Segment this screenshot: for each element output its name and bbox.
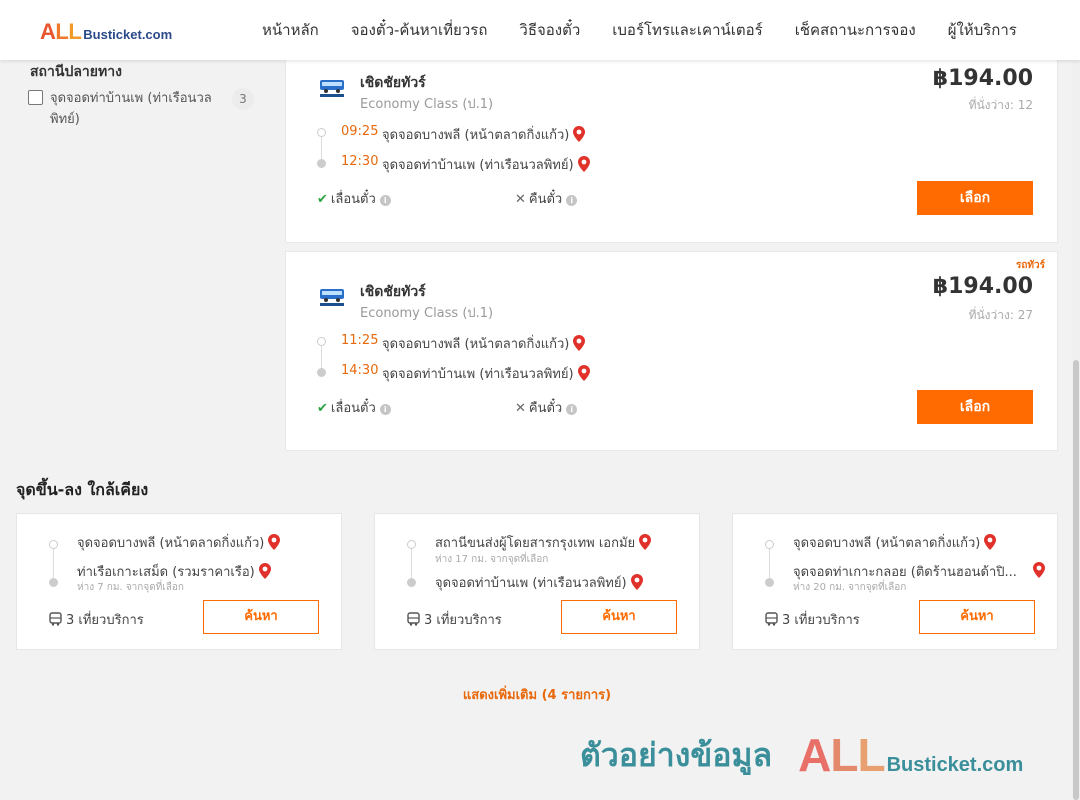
map-pin-icon[interactable]	[630, 574, 643, 590]
map-pin-icon[interactable]	[268, 534, 281, 550]
arrive-dot	[765, 578, 774, 587]
bus-class: Economy Class (ป.1)	[360, 97, 494, 112]
nearby-route-card: สถานีขนส่งผู้โดยสารกรุงเทพ เอกมัย ห่าง 1…	[374, 513, 700, 650]
map-pin-icon[interactable]	[577, 156, 590, 172]
site-logo[interactable]: ALL Busticket.com	[40, 19, 172, 45]
nearby-to-stop: จุดจอดท่าเกาะกลอย (ติดร้านฮอนด้าปิ...	[793, 565, 1017, 580]
info-icon[interactable]: i	[566, 404, 578, 415]
nearby-from-stop: สถานีขนส่งผู้โดยสารกรุงเทพ เอกมัย	[435, 532, 652, 553]
operator-name: เชิดชัยทัวร์	[360, 75, 426, 91]
map-pin-icon[interactable]	[1033, 562, 1045, 578]
map-pin-icon[interactable]	[573, 126, 586, 142]
depart-dot	[317, 337, 326, 346]
filter-destination-title: สถานีปลายทาง	[30, 64, 122, 80]
nearby-section-title: จุดขึ้น-ลง ใกล้เคียง	[16, 480, 149, 499]
depart-dot	[407, 540, 416, 549]
filter-count-badge: 3	[232, 88, 254, 110]
nearby-distance: ห่าง 20 กม. จากจุดที่เลือก	[793, 582, 907, 593]
arrive-dot	[407, 578, 416, 587]
policy-refund-ticket[interactable]: ✕ คืนตั๋ว i	[515, 188, 578, 209]
select-trip-button[interactable]: เลือก	[917, 181, 1033, 215]
sample-data-watermark: ตัวอย่างข้อมูล ALL Busticket.com	[580, 728, 1023, 782]
check-icon: ✔	[317, 401, 328, 416]
depart-time: 09:25	[341, 124, 379, 139]
map-pin-icon[interactable]	[984, 534, 997, 550]
arrive-time: 12:30	[341, 154, 379, 169]
map-pin-icon[interactable]	[258, 563, 271, 579]
nearby-search-button[interactable]: ค้นหา	[919, 600, 1035, 634]
nearby-trip-count: 3 เที่ยวบริการ	[407, 609, 502, 630]
nav-book-search[interactable]: จองตั๋ว-ค้นหาเที่ยวรถ	[335, 18, 504, 42]
bus-operator-logo-icon	[320, 289, 344, 306]
nearby-trip-count: 3 เที่ยวบริการ	[49, 609, 144, 630]
operator-name: เชิดชัยทัวร์	[360, 284, 426, 300]
info-icon[interactable]: i	[566, 195, 578, 206]
nav-operators[interactable]: ผู้ให้บริการ	[932, 18, 1033, 42]
cross-icon: ✕	[515, 192, 526, 207]
watermark-logo: ALL Busticket.com	[798, 729, 1024, 781]
seats-available: ที่นั่งว่าง: 27	[968, 308, 1033, 322]
nearby-trip-count: 3 เที่ยวบริการ	[765, 609, 860, 630]
nearby-search-button[interactable]: ค้นหา	[203, 600, 319, 634]
nearby-route-card: จุดจอดบางพลี (หน้าตลาดกิ่งแก้ว) จุดจอดท่…	[732, 513, 1058, 650]
depart-time: 11:25	[341, 333, 379, 348]
bus-icon	[765, 612, 778, 626]
check-icon: ✔	[317, 192, 328, 207]
depart-stop[interactable]: จุดจอดบางพลี (หน้าตลาดกิ่งแก้ว)	[382, 333, 586, 354]
nearby-distance: ห่าง 17 กม. จากจุดที่เลือก	[435, 554, 549, 565]
nav-home[interactable]: หน้าหลัก	[246, 18, 335, 42]
watermark-text: ตัวอย่างข้อมูล	[580, 735, 773, 774]
arrive-dot	[49, 578, 58, 587]
nearby-to-stop: จุดจอดท่าบ้านเพ (ท่าเรือนวลพิทย์)	[435, 572, 643, 593]
scrollbar-thumb[interactable]	[1073, 360, 1079, 800]
seats-available: ที่นั่งว่าง: 12	[968, 98, 1033, 112]
main-nav: หน้าหลัก จองตั๋ว-ค้นหาเที่ยวรถ วิธีจองตั…	[246, 0, 1033, 60]
nearby-to-stop: ท่าเรือเกาะเสม็ด (รวมราคาเรือ)	[77, 561, 271, 582]
map-pin-icon[interactable]	[639, 534, 652, 550]
trip-card: เชิดชัยทัวร์ Economy Class (ป.1) ฿194.00…	[285, 60, 1058, 243]
arrive-stop[interactable]: จุดจอดท่าบ้านเพ (ท่าเรือนวลพิทย์)	[382, 154, 590, 175]
show-more-link[interactable]: แสดงเพิ่มเติม (4 รายการ)	[0, 684, 1074, 705]
policy-change-ticket[interactable]: ✔ เลื่อนตั๋ว i	[317, 397, 391, 418]
trip-price: ฿194.00	[932, 274, 1033, 299]
map-pin-icon[interactable]	[573, 335, 586, 351]
bus-icon	[49, 612, 62, 626]
filter-option-label[interactable]: จุดจอดท่าบ้านเพ (ท่าเรือนวลพิทย์)	[50, 88, 225, 130]
nav-check-booking[interactable]: เช็คสถานะการจอง	[779, 18, 932, 42]
top-header: ALL Busticket.com หน้าหลัก จองตั๋ว-ค้นหา…	[0, 0, 1080, 60]
bus-operator-logo-icon	[320, 80, 344, 97]
depart-dot	[49, 540, 58, 549]
nav-contact-counter[interactable]: เบอร์โทรและเคาน์เตอร์	[596, 18, 778, 42]
info-icon[interactable]: i	[379, 404, 391, 415]
arrive-stop[interactable]: จุดจอดท่าบ้านเพ (ท่าเรือนวลพิทย์)	[382, 363, 590, 384]
nearby-from-stop: จุดจอดบางพลี (หน้าตลาดกิ่งแก้ว)	[77, 532, 281, 553]
nav-how-to-book[interactable]: วิธีจองตั๋ว	[503, 18, 596, 42]
info-icon[interactable]: i	[379, 195, 391, 206]
nearby-search-button[interactable]: ค้นหา	[561, 600, 677, 634]
nearby-from-stop: จุดจอดบางพลี (หน้าตลาดกิ่งแก้ว)	[793, 532, 997, 553]
nearby-distance: ห่าง 7 กม. จากจุดที่เลือก	[77, 582, 184, 593]
trip-price: ฿194.00	[932, 66, 1033, 91]
arrive-dot	[317, 368, 326, 377]
filter-checkbox[interactable]	[28, 90, 43, 105]
select-trip-button[interactable]: เลือก	[917, 390, 1033, 424]
policy-refund-ticket[interactable]: ✕ คืนตั๋ว i	[515, 397, 578, 418]
depart-stop[interactable]: จุดจอดบางพลี (หน้าตลาดกิ่งแก้ว)	[382, 124, 586, 145]
bus-icon	[407, 612, 420, 626]
policy-change-ticket[interactable]: ✔ เลื่อนตั๋ว i	[317, 188, 391, 209]
arrive-time: 14:30	[341, 363, 379, 378]
nearby-route-card: จุดจอดบางพลี (หน้าตลาดกิ่งแก้ว) ท่าเรือเ…	[16, 513, 342, 650]
depart-dot	[317, 128, 326, 137]
cross-icon: ✕	[515, 401, 526, 416]
depart-dot	[765, 540, 774, 549]
arrive-dot	[317, 159, 326, 168]
bus-type-badge: รถทัวร์	[1015, 260, 1045, 271]
trip-card: รถทัวร์ เชิดชัยทัวร์ Economy Class (ป.1)…	[285, 251, 1058, 451]
map-pin-icon[interactable]	[577, 365, 590, 381]
bus-class: Economy Class (ป.1)	[360, 306, 494, 321]
